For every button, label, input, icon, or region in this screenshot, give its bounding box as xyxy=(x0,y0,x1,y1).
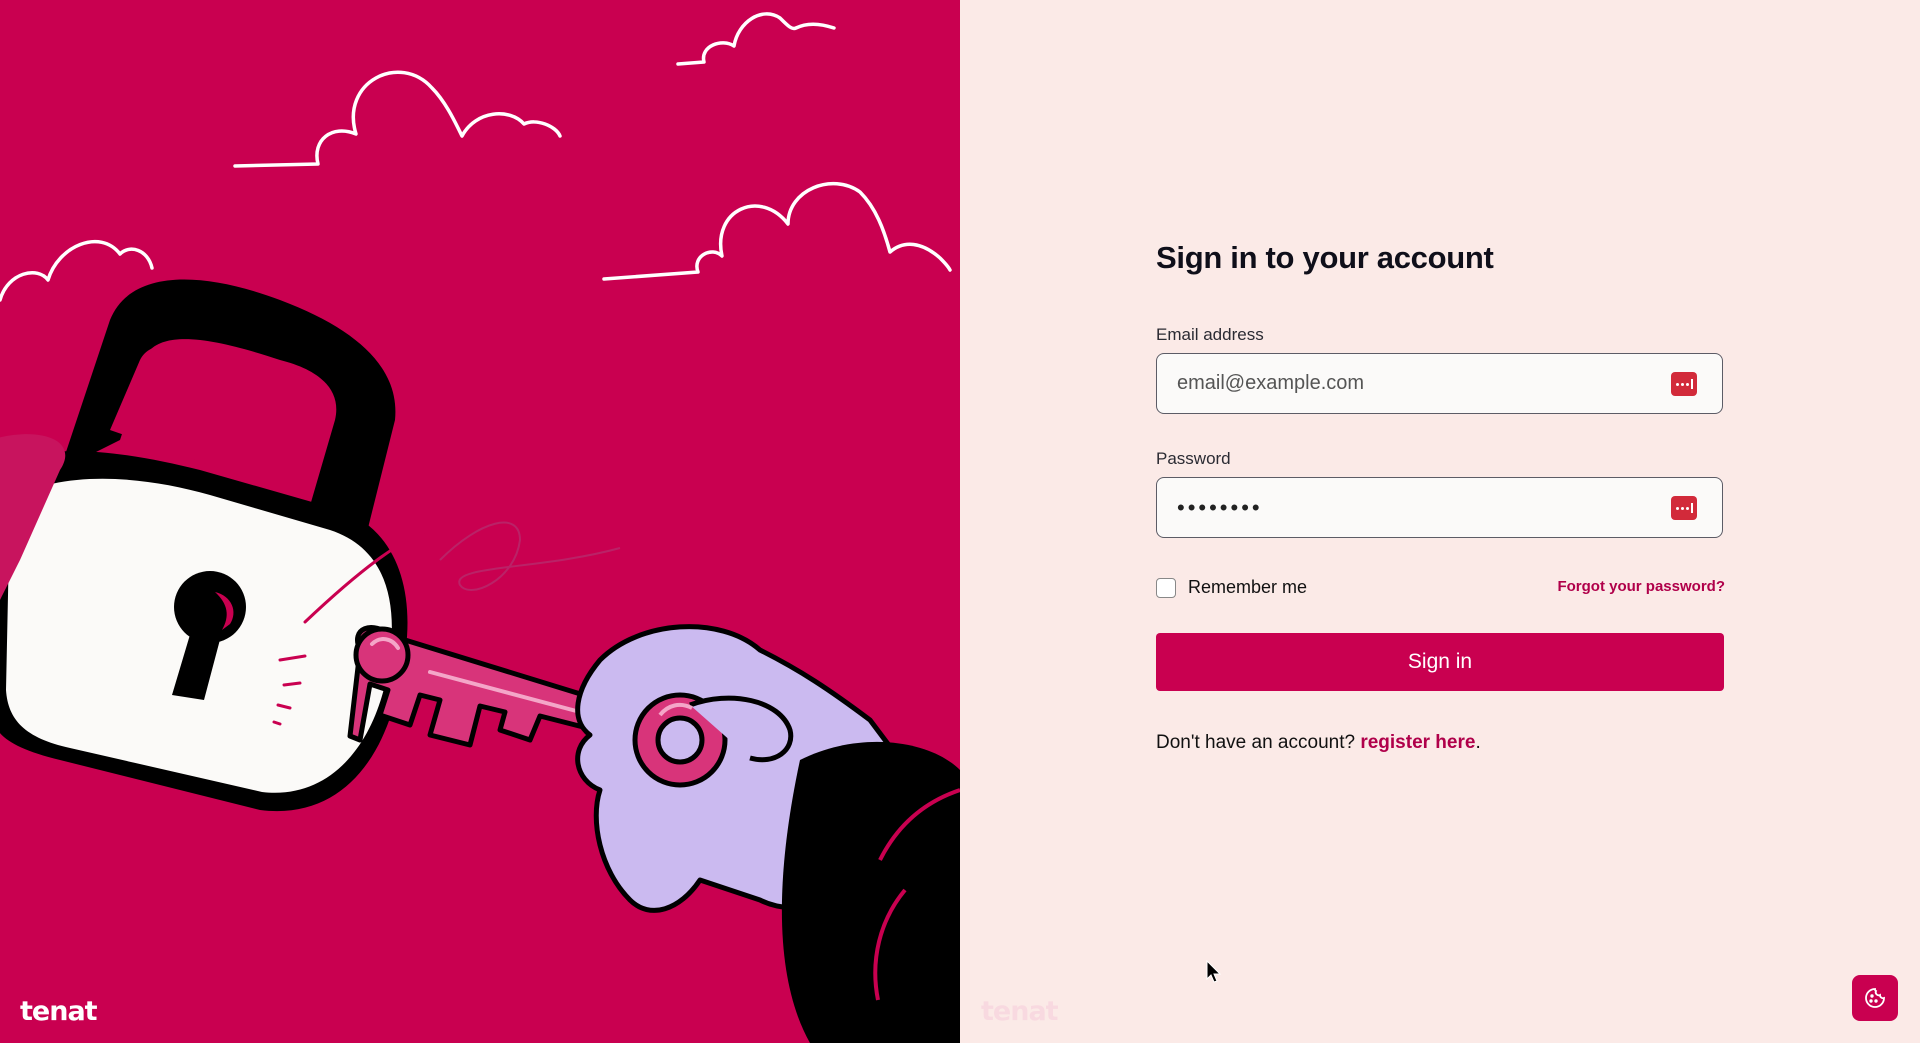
illustration-panel: tenat xyxy=(0,0,960,1043)
email-field-box xyxy=(1156,353,1723,414)
page-title: Sign in to your account xyxy=(1156,240,1494,275)
register-prompt-text: Don't have an account? xyxy=(1156,732,1356,753)
password-label: Password xyxy=(1156,449,1231,468)
sign-in-button[interactable]: Sign in xyxy=(1156,633,1724,691)
email-label: Email address xyxy=(1156,325,1264,344)
remember-me: Remember me xyxy=(1156,577,1307,598)
cookie-icon xyxy=(1865,988,1885,1008)
password-manager-icon[interactable] xyxy=(1671,372,1697,396)
register-suffix: . xyxy=(1475,732,1481,753)
password-field-box xyxy=(1156,477,1723,538)
register-prompt: Don't have an account? register here. xyxy=(1156,732,1481,754)
password-manager-icon[interactable] xyxy=(1671,496,1697,520)
email-field[interactable] xyxy=(1157,354,1677,413)
register-link[interactable]: register here xyxy=(1360,732,1475,753)
remember-me-label[interactable]: Remember me xyxy=(1188,577,1307,598)
lock-and-key-illustration xyxy=(0,12,960,1043)
password-field[interactable] xyxy=(1157,478,1677,537)
forgot-password-link[interactable]: Forgot your password? xyxy=(1557,578,1725,595)
mouse-cursor-icon xyxy=(1206,960,1222,983)
brand-logo-watermark: tenat xyxy=(981,996,1059,1027)
sign-in-form: Sign in to your account Email address Pa… xyxy=(1156,240,1725,753)
remember-me-checkbox[interactable] xyxy=(1156,577,1176,598)
brand-logo: tenat xyxy=(20,996,98,1027)
cookie-settings-button[interactable] xyxy=(1852,975,1898,1021)
